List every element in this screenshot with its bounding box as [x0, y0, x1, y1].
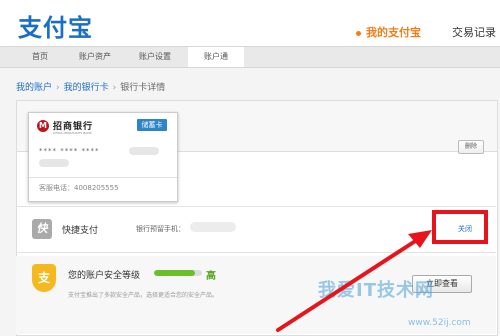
red-arrow-icon	[276, 230, 432, 332]
